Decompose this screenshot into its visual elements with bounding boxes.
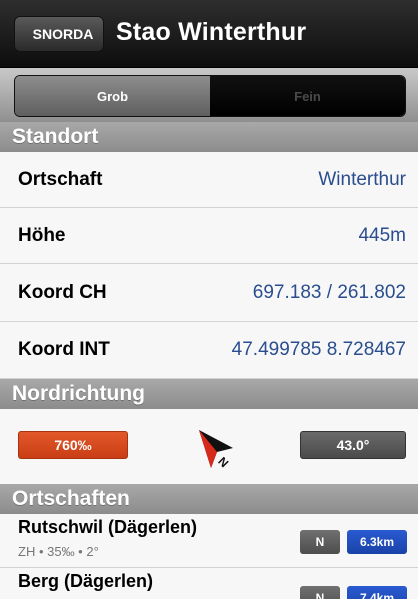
row-hoehe: Höhe 445m: [0, 208, 418, 264]
row-label: Koord CH: [18, 281, 107, 303]
direction-badge: N: [300, 530, 340, 554]
angle-badge[interactable]: 43.0°: [300, 431, 406, 459]
town-name: Rutschwil (Dägerlen): [18, 517, 198, 537]
north-arrow-icon: N: [199, 430, 233, 470]
section-header-nordrichtung: Nordrichtung: [0, 379, 418, 409]
town-meta: ZH • 35‰ • 2°: [18, 544, 99, 559]
distance-badge: 7.4km: [347, 586, 407, 599]
row-ortschaft: Ortschaft Winterthur: [0, 152, 418, 208]
back-button-label: SNORDA: [32, 26, 94, 42]
row-value: 445m: [358, 224, 406, 246]
segment-toolbar: Grob Fein: [0, 68, 418, 122]
svg-text:N: N: [215, 454, 231, 470]
row-koord-ch: Koord CH 697.183 / 261.802: [0, 264, 418, 322]
row-label: Höhe: [18, 224, 66, 246]
row-value: Winterthur: [318, 168, 406, 190]
precision-segmented-control: Grob Fein: [14, 75, 406, 117]
section-header-ortschaften: Ortschaften: [0, 484, 418, 514]
back-button[interactable]: SNORDA: [14, 16, 104, 52]
list-item[interactable]: Rutschwil (Dägerlen) ZH • 35‰ • 2° N 6.3…: [0, 514, 418, 568]
declination-badge[interactable]: 760‰: [18, 431, 128, 459]
row-label: Ortschaft: [18, 168, 103, 190]
segment-grob[interactable]: Grob: [15, 76, 210, 116]
navigation-bar: SNORDA Stao Winterthur: [0, 0, 418, 68]
row-label: Koord INT: [18, 339, 110, 360]
page-title: Stao Winterthur: [116, 18, 307, 46]
segment-fein[interactable]: Fein: [210, 76, 405, 116]
direction-badge: N: [300, 586, 340, 599]
section-header-standort: Standort: [0, 122, 418, 152]
distance-badge: 6.3km: [347, 530, 407, 554]
town-name: Berg (Dägerlen): [18, 571, 154, 591]
row-value: 697.183 / 261.802: [252, 281, 406, 303]
row-value: 47.499785 8.728467: [231, 339, 406, 360]
list-item[interactable]: Berg (Dägerlen) N 7.4km: [0, 568, 418, 599]
north-direction-row: 760‰ N 43.0°: [0, 409, 418, 484]
row-koord-int: Koord INT 47.499785 8.728467: [0, 322, 418, 379]
